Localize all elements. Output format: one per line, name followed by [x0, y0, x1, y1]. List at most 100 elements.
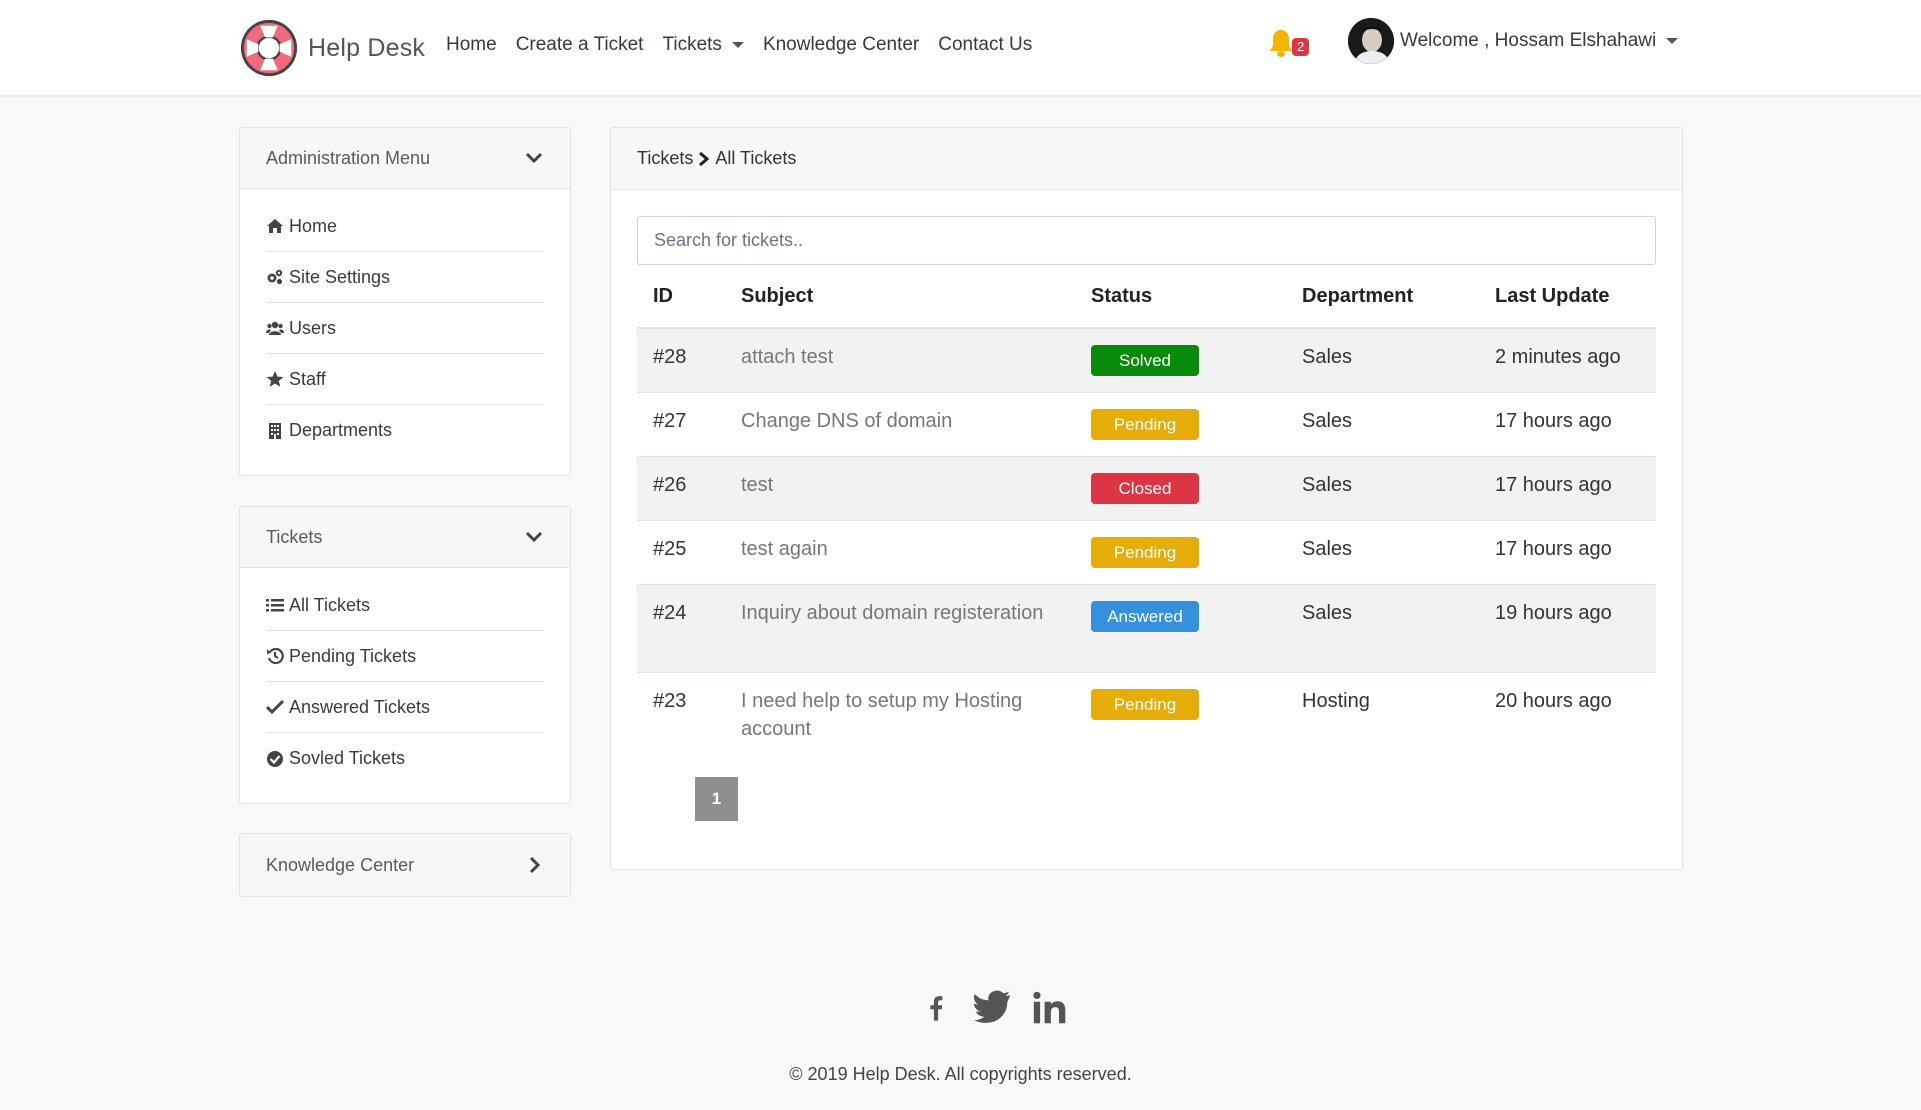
sidebar-item-label: Pending Tickets: [289, 645, 417, 666]
sidebar-item-site-settings[interactable]: Site Settings: [266, 252, 544, 303]
sidebar-item-label: Departments: [289, 420, 393, 440]
tickets-menu-panel: Tickets All Tickets Pending Tickets Answ…: [239, 506, 571, 804]
list-icon: [266, 599, 284, 612]
nav-tickets-label: Tickets: [662, 34, 722, 55]
facebook-icon[interactable]: [922, 988, 950, 1028]
bell-icon: [1270, 30, 1292, 57]
nav-contact-us[interactable]: Contact Us: [938, 34, 1032, 56]
status-badge: Answered: [1091, 600, 1199, 632]
ticket-last-update: 19 hours ago: [1495, 601, 1612, 624]
nav-tickets-dropdown[interactable]: Tickets: [662, 34, 744, 56]
ticket-subject[interactable]: test again: [725, 520, 1075, 584]
sidebar-item-label: Sovled Tickets: [289, 748, 406, 768]
ticket-id: #23: [653, 689, 687, 712]
column-header-department[interactable]: Department: [1286, 265, 1479, 329]
chevron-down-icon: [525, 531, 543, 543]
social-links: [922, 988, 1068, 1028]
sidebar-item-label: Home: [289, 215, 338, 236]
lifebuoy-logo-icon: [240, 19, 298, 77]
ticket-id: #28: [653, 346, 687, 368]
ticket-subject[interactable]: I need help to setup my Hosting account: [725, 672, 1075, 760]
status-badge: Solved: [1091, 345, 1199, 376]
ticket-id: #27: [653, 409, 687, 432]
sidebar-item-departments[interactable]: Departments: [266, 405, 544, 456]
column-header-id[interactable]: ID: [637, 265, 725, 329]
table-header-row: ID Subject Status Department Last Update: [637, 265, 1656, 329]
column-header-status[interactable]: Status: [1075, 265, 1286, 329]
column-header-last-update[interactable]: Last Update: [1479, 265, 1656, 329]
breadcrumb-current: All Tickets: [715, 148, 797, 168]
table-row[interactable]: #23 I need help to setup my Hosting acco…: [637, 672, 1656, 760]
tickets-menu-header[interactable]: Tickets: [240, 507, 570, 568]
avatar: [1348, 18, 1394, 64]
twitter-icon[interactable]: [974, 988, 1012, 1028]
admin-menu-title: Administration Menu: [266, 147, 431, 168]
chevron-down-icon: [525, 152, 543, 164]
column-header-subject[interactable]: Subject: [725, 265, 1075, 329]
sidebar-item-all-tickets[interactable]: All Tickets: [266, 580, 544, 631]
sidebar-item-pending-tickets[interactable]: Pending Tickets: [266, 631, 544, 682]
notification-count-badge: 2: [1292, 38, 1310, 56]
table-row[interactable]: #24 Inquiry about domain registeration A…: [637, 584, 1656, 672]
sidebar-item-label: Site Settings: [289, 266, 391, 287]
copyright-text: © 2019 Help Desk. All copyrights reserve…: [789, 1064, 1132, 1084]
star-icon: [266, 371, 284, 387]
status-badge: Closed: [1091, 472, 1199, 504]
table-row[interactable]: #25 test again Pending Sales 17 hours ag…: [637, 520, 1656, 584]
breadcrumb-parent[interactable]: Tickets: [637, 148, 693, 169]
ticket-last-update: 17 hours ago: [1495, 537, 1612, 560]
building-icon: [269, 422, 281, 439]
check-circle-icon: [267, 750, 283, 767]
sidebar-item-solved-tickets[interactable]: Sovled Tickets: [266, 733, 544, 784]
ticket-subject[interactable]: test: [725, 456, 1075, 520]
breadcrumb: Tickets All Tickets: [611, 128, 1682, 190]
knowledge-center-panel: Knowledge Center: [239, 833, 571, 897]
ticket-subject[interactable]: Inquiry about domain registeration: [725, 584, 1075, 672]
chevron-right-icon: [699, 151, 710, 166]
gears-icon: [267, 269, 283, 285]
ticket-subject[interactable]: attach test: [725, 328, 1075, 392]
tickets-panel: Tickets All Tickets ID Subject Status De…: [610, 127, 1683, 870]
sidebar-item-staff[interactable]: Staff: [266, 354, 544, 405]
sidebar-item-answered-tickets[interactable]: Answered Tickets: [266, 682, 544, 733]
admin-menu-header[interactable]: Administration Menu: [240, 128, 570, 189]
tickets-menu-title: Tickets: [266, 526, 323, 547]
ticket-subject[interactable]: Change DNS of domain: [725, 392, 1075, 456]
search-tickets-input[interactable]: [637, 216, 1656, 265]
nav-home[interactable]: Home: [446, 34, 497, 56]
ticket-department: Sales: [1302, 601, 1353, 624]
status-badge: Pending: [1091, 408, 1199, 440]
brand-name: Help Desk: [308, 33, 426, 62]
nav-knowledge-center[interactable]: Knowledge Center: [763, 34, 919, 56]
ticket-id: #26: [653, 473, 687, 496]
linkedin-icon[interactable]: [1032, 988, 1068, 1028]
home-icon: [267, 219, 283, 233]
tickets-table: ID Subject Status Department Last Update…: [637, 265, 1656, 760]
sidebar-item-label: Users: [289, 317, 337, 338]
nav-create-ticket[interactable]: Create a Ticket: [516, 34, 644, 56]
top-navbar: Help Desk Home Create a Ticket Tickets K…: [0, 0, 1921, 96]
sidebar-item-label: Staff: [289, 368, 326, 389]
sidebar-item-home[interactable]: Home: [266, 201, 544, 252]
user-menu-dropdown[interactable]: Welcome , Hossam Elshahawi: [1348, 18, 1679, 64]
admin-menu-panel: Administration Menu Home Site Settings U…: [239, 127, 571, 476]
table-row[interactable]: #28 attach test Solved Sales 2 minutes a…: [637, 328, 1656, 392]
knowledge-center-title: Knowledge Center: [266, 854, 415, 875]
check-icon: [266, 699, 284, 715]
users-icon: [266, 321, 284, 335]
ticket-id: #24: [653, 601, 687, 624]
ticket-last-update: 20 hours ago: [1495, 689, 1612, 712]
table-row[interactable]: #26 test Closed Sales 17 hours ago: [637, 456, 1656, 520]
status-badge: Pending: [1091, 536, 1199, 568]
ticket-department: Sales: [1302, 473, 1353, 496]
main-nav: Home Create a Ticket Tickets Knowledge C…: [446, 34, 1051, 56]
history-icon: [267, 647, 284, 665]
sidebar-item-users[interactable]: Users: [266, 303, 544, 354]
brand[interactable]: Help Desk: [238, 16, 425, 80]
table-row[interactable]: #27 Change DNS of domain Pending Sales 1…: [637, 392, 1656, 456]
ticket-last-update: 17 hours ago: [1495, 473, 1612, 496]
sidebar-item-label: Answered Tickets: [289, 696, 431, 717]
pagination-page-1[interactable]: 1: [695, 777, 738, 821]
notifications-button[interactable]: 2: [1268, 28, 1310, 62]
knowledge-center-header[interactable]: Knowledge Center: [240, 834, 570, 896]
